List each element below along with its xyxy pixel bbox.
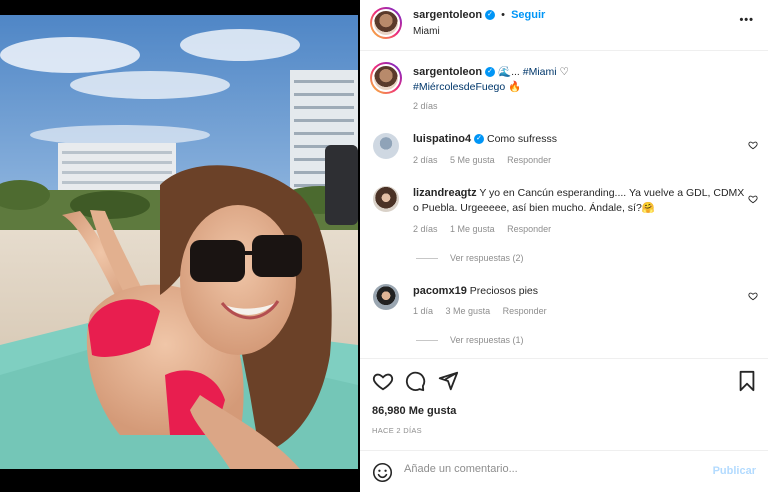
hashtag-miami[interactable]: #Miami [523, 66, 557, 78]
more-icon[interactable]: ••• [739, 14, 754, 26]
fire-emoji: 🔥 [508, 81, 522, 93]
wave-emoji: 🌊... [498, 66, 520, 78]
comment-likes[interactable]: 1 Me gusta [450, 224, 495, 234]
comment-text: Preciosos pies [469, 285, 539, 297]
caption-time[interactable]: 2 días [413, 101, 438, 111]
verified-icon: ✓ [485, 10, 496, 21]
verified-icon: ✓ [474, 134, 485, 145]
author-avatar[interactable] [370, 7, 402, 39]
reply-button[interactable]: Responder [507, 155, 551, 165]
author-username[interactable]: sargentoleon [413, 9, 482, 21]
caption-username[interactable]: sargentoleon [413, 66, 482, 78]
instagram-post-modal: sargentoleon ✓ • Seguir Miami ••• sargent… [0, 0, 768, 492]
heart-icon[interactable] [748, 291, 758, 301]
action-bar [360, 358, 768, 359]
heart-icon[interactable] [748, 194, 758, 204]
caption-author-avatar[interactable] [370, 62, 402, 94]
commenter-avatar[interactable] [373, 133, 399, 159]
beach-selfie-image [0, 15, 358, 469]
photo-bottom-letterbox [0, 469, 360, 492]
comment-time[interactable]: 2 días [413, 155, 438, 165]
comment-username[interactable]: lizandreagtz [413, 187, 477, 199]
comment-time[interactable]: 2 días [413, 224, 438, 234]
comment-likes[interactable]: 5 Me gusta [450, 155, 495, 165]
share-icon[interactable] [437, 370, 459, 392]
emoji-icon[interactable] [372, 462, 393, 483]
commenter-avatar[interactable] [373, 186, 399, 212]
hashtag-miercoles[interactable]: #MiércolesdeFuego [413, 81, 505, 93]
comment-likes[interactable]: 3 Me gusta [446, 306, 491, 316]
heart-icon[interactable] [748, 140, 758, 150]
heart-emoji: ♡ [559, 66, 569, 78]
comment-composer: Publicar [360, 450, 768, 492]
replies-divider [416, 340, 438, 342]
comment-icon[interactable] [404, 370, 426, 392]
commenter-avatar[interactable] [373, 284, 399, 310]
follow-button[interactable]: Seguir [511, 9, 545, 21]
comment-input[interactable] [404, 463, 704, 475]
comment-text: Como sufresss [486, 133, 558, 145]
post-header: sargentoleon ✓ • Seguir Miami ••• [360, 0, 768, 51]
comment-username[interactable]: luispatino4 [413, 133, 471, 145]
view-replies-button[interactable]: Ver respuestas (1) [450, 335, 524, 345]
post-details-panel: sargentoleon ✓ • Seguir Miami ••• sargent… [360, 0, 768, 492]
reply-button[interactable]: Responder [507, 224, 551, 234]
dot-separator: • [501, 9, 505, 21]
view-replies-button[interactable]: Ver respuestas (2) [450, 253, 524, 263]
publish-button[interactable]: Publicar [713, 465, 756, 477]
verified-icon: ✓ [485, 67, 496, 78]
post-photo[interactable] [0, 15, 358, 469]
post-date[interactable]: HACE 2 DÍAS [372, 426, 422, 435]
heart-icon[interactable] [372, 370, 394, 392]
post-location[interactable]: Miami [413, 26, 440, 37]
reply-button[interactable]: Responder [503, 306, 547, 316]
replies-divider [416, 258, 438, 260]
likes-count[interactable]: 86,980 Me gusta [372, 405, 456, 417]
bookmark-icon[interactable] [736, 370, 758, 392]
comment-time[interactable]: 1 día [413, 306, 433, 316]
comment-username[interactable]: pacomx19 [413, 285, 467, 297]
